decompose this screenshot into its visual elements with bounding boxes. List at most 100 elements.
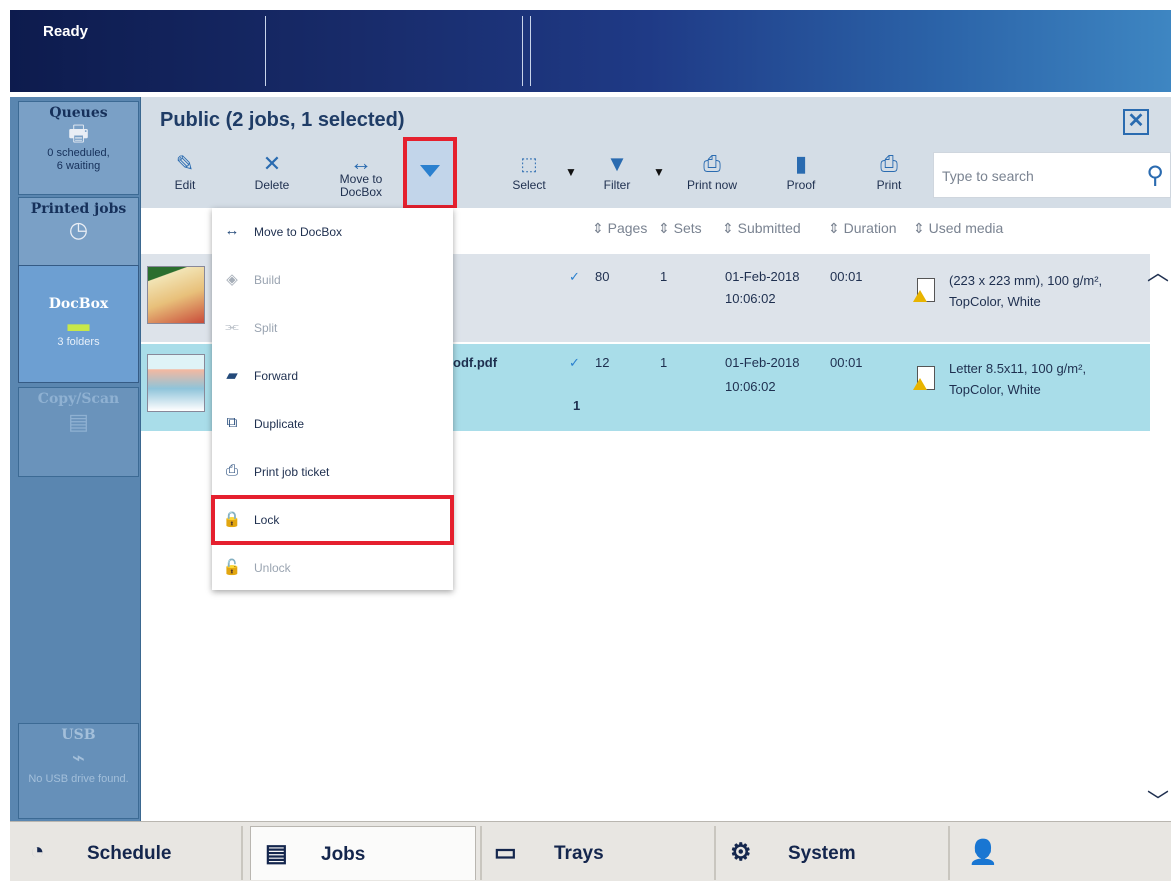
- print-now-button[interactable]: ⎙ Print now: [683, 149, 741, 192]
- nav-label: Trays: [554, 843, 604, 864]
- arrows-horizontal-icon: ↔: [224, 222, 240, 239]
- copy-scan-title: Copy/Scan: [37, 391, 120, 407]
- queues-title: Queues: [49, 105, 108, 121]
- menu-item-forward[interactable]: ▰ Forward: [212, 352, 453, 400]
- move-to-docbox-button[interactable]: ↔ Move to DocBox: [331, 149, 391, 199]
- unlock-icon: 🔓: [222, 559, 242, 576]
- printer-ui: Ready Queues 🖶 0 scheduled, 6 waiting Pr…: [0, 0, 1171, 881]
- menu-item-move-to-docbox[interactable]: ↔ Move to DocBox: [212, 208, 453, 256]
- menu-item-duplicate[interactable]: ⧉ Duplicate: [212, 400, 453, 448]
- media-line2: TopColor, White: [949, 294, 1041, 309]
- menu-item-lock[interactable]: 🔒 Lock: [211, 495, 454, 545]
- proof-label: Proof: [786, 178, 816, 192]
- x-icon: ✕: [262, 151, 282, 176]
- scroll-down-chevron-icon[interactable]: ﹀: [1147, 784, 1169, 816]
- col-sets[interactable]: ⇕ Sets: [658, 220, 702, 237]
- search-icon[interactable]: ⚲: [1146, 161, 1164, 190]
- filter-button[interactable]: ▼ Filter: [597, 149, 637, 192]
- delete-button[interactable]: ✕ Delete: [247, 149, 297, 192]
- nav-divider: [480, 826, 482, 880]
- printer-icon: ⎙: [880, 151, 898, 176]
- arrows-horizontal-icon: ↔: [350, 150, 372, 175]
- edit-label: Edit: [174, 178, 196, 192]
- lock-icon: 🔒: [222, 511, 242, 528]
- job-thumbnail: [147, 266, 205, 324]
- printer-icon: 🖶: [68, 121, 89, 146]
- extra-value: 1: [573, 398, 581, 413]
- nav-tab-trays[interactable]: ▭ Trays: [486, 826, 712, 880]
- usb-tile[interactable]: USB ⌁ No USB drive found.: [18, 723, 139, 819]
- nav-tab-system[interactable]: ⚙ System: [720, 826, 946, 880]
- scroll-up-chevron-icon[interactable]: ︿: [1147, 255, 1169, 287]
- col-used-media-label: Used media: [928, 220, 1004, 236]
- split-icon: ⫘: [225, 318, 239, 335]
- sets-value: 1: [660, 269, 668, 284]
- col-pages[interactable]: ⇕ Pages: [592, 220, 647, 237]
- nav-tab-jobs[interactable]: ▤ Jobs: [250, 826, 476, 880]
- usb-status: No USB drive found.: [28, 773, 129, 785]
- funnel-icon: ▼: [606, 151, 628, 176]
- submitted-date: 01-Feb-2018: [725, 355, 800, 370]
- print-label: Print: [876, 178, 902, 192]
- document-icon: ▤: [265, 840, 288, 867]
- job-name: odf.pdf: [453, 355, 498, 370]
- menu-item-split[interactable]: ⫘ Split: [212, 304, 453, 352]
- nav-tab-user[interactable]: 👤: [954, 826, 1014, 880]
- sidebar: Queues 🖶 0 scheduled, 6 waiting Printed …: [10, 97, 141, 821]
- queues-tile[interactable]: Queues 🖶 0 scheduled, 6 waiting: [18, 101, 139, 195]
- pages-value: 80: [595, 269, 610, 284]
- nav-label: Jobs: [321, 844, 366, 865]
- menu-item-label: Forward: [254, 369, 299, 383]
- col-submitted-label: Submitted: [737, 220, 801, 236]
- select-label: Select: [512, 178, 546, 192]
- menu-item-print-job-ticket[interactable]: ⎙ Print job ticket: [212, 448, 453, 496]
- sets-value: 1: [660, 355, 668, 370]
- caret-down-icon: [420, 165, 440, 177]
- duplicate-icon: ⧉: [226, 414, 238, 431]
- submitted-time: 10:06:02: [725, 291, 776, 306]
- print-now-label: Print now: [686, 178, 738, 192]
- copy-scan-tile[interactable]: Copy/Scan ▤: [18, 387, 139, 477]
- status-divider: [265, 16, 266, 86]
- proof-button[interactable]: ▮ Proof: [781, 149, 821, 192]
- menu-item-label: Print job ticket: [254, 465, 330, 479]
- submitted-time: 10:06:02: [725, 379, 776, 394]
- clock-icon: ◔: [30, 838, 45, 865]
- more-actions-dropdown-button[interactable]: [403, 137, 457, 209]
- docbox-tile[interactable]: DocBox ▬ 3 folders: [18, 265, 139, 383]
- select-icon: ⬚: [520, 154, 538, 174]
- close-button[interactable]: ✕: [1123, 109, 1149, 135]
- warning-icon: [913, 378, 927, 390]
- nav-tab-schedule[interactable]: ◔ Schedule: [24, 826, 240, 880]
- pencil-icon: ✎: [175, 151, 195, 176]
- menu-item-label: Unlock: [254, 561, 291, 575]
- move-label-line2: DocBox: [339, 185, 383, 199]
- menu-item-label: Lock: [254, 513, 280, 527]
- submitted-date: 01-Feb-2018: [725, 269, 800, 284]
- usb-title: USB: [61, 727, 96, 743]
- col-duration[interactable]: ⇕ Duration: [828, 220, 897, 237]
- col-duration-label: Duration: [843, 220, 897, 236]
- print-button[interactable]: ⎙ Print: [869, 149, 909, 192]
- col-submitted[interactable]: ⇕ Submitted: [722, 220, 801, 237]
- job-thumbnail: [147, 354, 205, 412]
- menu-item-label: Duplicate: [254, 417, 305, 431]
- nav-label: System: [788, 843, 856, 864]
- menu-item-build[interactable]: ◈ Build: [212, 256, 453, 304]
- menu-item-unlock[interactable]: 🔓 Unlock: [212, 544, 453, 592]
- nav-divider: [241, 826, 243, 880]
- select-dropdown-caret[interactable]: ▼: [565, 165, 577, 179]
- bottom-nav: ◔ Schedule ▤ Jobs ▭ Trays ⚙ System 👤: [10, 821, 1171, 881]
- filter-dropdown-caret[interactable]: ▼: [653, 165, 665, 179]
- toolbar: ✎ Edit ✕ Delete ↔ Move to DocBox ⬚ Selec…: [141, 137, 1171, 209]
- search-box[interactable]: Type to search ⚲: [933, 152, 1171, 198]
- queues-scheduled: 0 scheduled,: [47, 147, 110, 159]
- edit-button[interactable]: ✎ Edit: [165, 149, 205, 192]
- pages-value: 12: [595, 355, 610, 370]
- warning-icon: [913, 290, 927, 302]
- select-button[interactable]: ⬚ Select: [506, 149, 552, 192]
- docbox-folders: 3 folders: [57, 336, 100, 348]
- search-input[interactable]: Type to search: [942, 168, 1034, 184]
- col-used-media[interactable]: ⇕ Used media: [913, 220, 1003, 237]
- user-key-icon: 👤: [968, 839, 998, 866]
